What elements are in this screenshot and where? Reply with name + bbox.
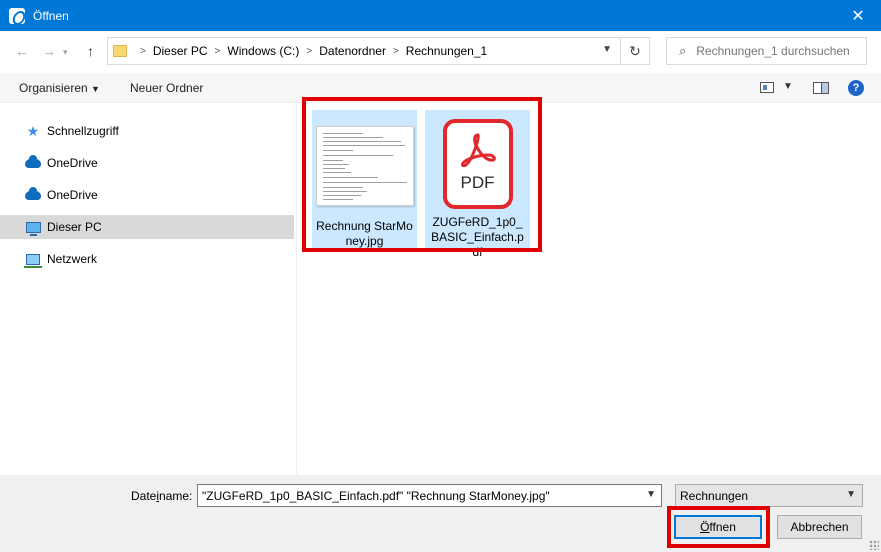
sidebar-item-schnellzugriff[interactable]: ★ Schnellzugriff bbox=[0, 119, 294, 143]
breadcrumb-dieser-pc[interactable]: Dieser PC bbox=[153, 44, 208, 58]
refresh-icon[interactable]: ↻ bbox=[621, 37, 650, 65]
back-icon[interactable]: ← bbox=[15, 43, 29, 59]
filetype-select[interactable]: Rechnungen ▼ bbox=[675, 484, 863, 507]
address-bar[interactable]: > Dieser PC > Windows (C:) > Datenordner > R… bbox=[107, 37, 621, 65]
new-folder-button[interactable]: Neuer Ordner bbox=[130, 81, 203, 95]
sidebar-item-label: Dieser PC bbox=[47, 220, 102, 234]
file-name: Rechnung StarMoney.jpg bbox=[316, 219, 413, 248]
sidebar-item-netzwerk[interactable]: Netzwerk bbox=[0, 247, 294, 271]
breadcrumb-windows-c[interactable]: Windows (C:) bbox=[227, 44, 299, 58]
folder-icon bbox=[113, 45, 127, 57]
up-icon[interactable]: ↑ bbox=[87, 43, 94, 59]
view-dropdown-icon[interactable]: ▼ bbox=[783, 81, 793, 92]
file-item-zugferd-pdf[interactable]: PDF ZUGFeRD_1p0_BASIC_Einfach.pdf bbox=[425, 110, 530, 259]
search-input[interactable] bbox=[696, 44, 857, 58]
address-row: ← → ▾ ↑ > Dieser PC > Windows (C:) > Dateno… bbox=[0, 31, 881, 73]
forward-icon[interactable]: → bbox=[42, 43, 56, 59]
search-box[interactable]: ⌕ bbox=[666, 37, 867, 65]
star-icon: ★ bbox=[26, 122, 40, 139]
network-icon bbox=[24, 253, 42, 268]
sidebar-item-label: Netzwerk bbox=[47, 252, 98, 266]
cloud-icon bbox=[25, 154, 41, 168]
sidebar-item-dieser-pc[interactable]: Dieser PC bbox=[0, 215, 294, 239]
pdf-file-icon: PDF bbox=[442, 119, 513, 209]
breadcrumb-separator[interactable]: > bbox=[393, 46, 399, 57]
dialog-footer: Dateiname: "ZUGFeRD_1p0_BASIC_Einfach.pd… bbox=[0, 475, 881, 552]
address-dropdown-icon[interactable]: ▼ bbox=[602, 44, 612, 55]
file-item-rechnung-starmoney[interactable]: Rechnung StarMoney.jpg bbox=[312, 110, 417, 250]
computer-icon bbox=[25, 221, 41, 236]
sidebar-item-label: OneDrive bbox=[47, 188, 98, 202]
sidebar-item-label: OneDrive bbox=[47, 156, 98, 170]
help-icon[interactable]: ? bbox=[848, 80, 864, 96]
pdf-badge: PDF bbox=[460, 173, 495, 192]
breadcrumb-datenordner[interactable]: Datenordner bbox=[319, 44, 386, 58]
title-bar: Öffnen ✕ bbox=[0, 0, 881, 31]
breadcrumb-separator[interactable]: > bbox=[140, 46, 146, 57]
filename-label: Dateiname: bbox=[131, 489, 193, 503]
open-button[interactable]: Öffnen bbox=[674, 515, 762, 539]
organize-button[interactable]: Organisieren ▼ bbox=[19, 81, 100, 95]
breadcrumb-separator[interactable]: > bbox=[306, 46, 312, 57]
sidebar-item-label: Schnellzugriff bbox=[47, 124, 119, 138]
filetype-value: Rechnungen bbox=[680, 488, 749, 503]
window-title: Öffnen bbox=[33, 8, 69, 23]
filetype-dropdown-icon[interactable]: ▼ bbox=[846, 489, 856, 500]
acrobat-icon bbox=[460, 133, 496, 167]
navigation-pane: ★ Schnellzugriff OneDrive OneDrive Diese… bbox=[0, 103, 297, 475]
image-thumbnail bbox=[315, 126, 414, 206]
toolbar: Organisieren ▼ Neuer Ordner ▼ ? bbox=[0, 73, 881, 103]
cloud-icon bbox=[25, 186, 41, 200]
file-list: Rechnung StarMoney.jpg PDF ZUGFeRD_1p0_B… bbox=[298, 97, 881, 475]
search-icon: ⌕ bbox=[679, 43, 687, 58]
view-options-icon[interactable] bbox=[760, 82, 774, 93]
breadcrumb-separator[interactable]: > bbox=[215, 46, 221, 57]
sidebar-item-onedrive-2[interactable]: OneDrive bbox=[0, 183, 294, 207]
sidebar-item-onedrive[interactable]: OneDrive bbox=[0, 151, 294, 175]
filename-value: "ZUGFeRD_1p0_BASIC_Einfach.pdf" "Rechnun… bbox=[202, 488, 550, 503]
filename-input[interactable]: "ZUGFeRD_1p0_BASIC_Einfach.pdf" "Rechnun… bbox=[197, 484, 662, 507]
file-name: ZUGFeRD_1p0_BASIC_Einfach.pdf bbox=[431, 215, 524, 259]
preview-pane-icon[interactable] bbox=[813, 82, 829, 94]
close-icon[interactable]: ✕ bbox=[835, 0, 881, 31]
resize-grip[interactable] bbox=[869, 540, 879, 550]
filename-dropdown-icon[interactable]: ▼ bbox=[646, 489, 656, 500]
cancel-button[interactable]: Abbrechen bbox=[777, 515, 862, 539]
recent-dropdown-icon[interactable]: ▾ bbox=[63, 47, 68, 58]
app-icon bbox=[9, 7, 25, 24]
breadcrumb-rechnungen-1[interactable]: Rechnungen_1 bbox=[406, 44, 487, 58]
